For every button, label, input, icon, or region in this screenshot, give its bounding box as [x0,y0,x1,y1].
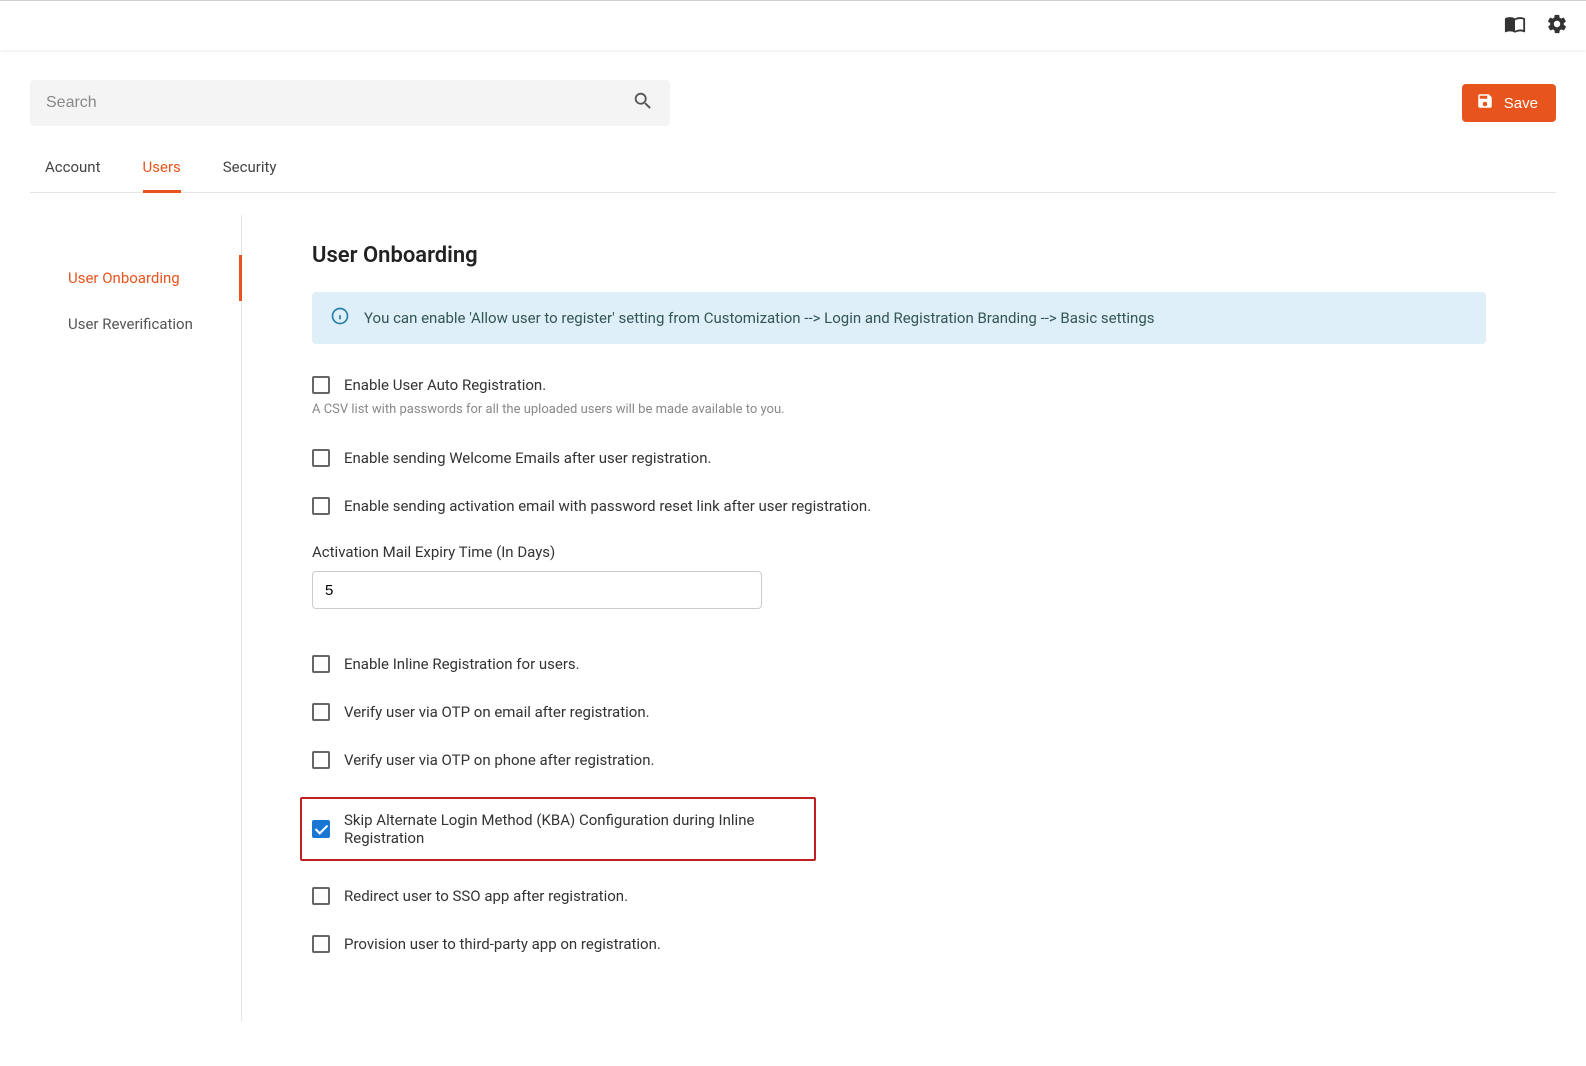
checkbox-otp-email[interactable] [312,703,330,721]
check-welcome-emails: Enable sending Welcome Emails after user… [312,447,1486,469]
main-panel: User Onboarding You can enable 'Allow us… [242,215,1556,1021]
gear-icon[interactable] [1546,13,1568,39]
checkbox-label: Enable sending activation email with pas… [344,497,871,515]
check-otp-email: Verify user via OTP on email after regis… [312,701,1486,723]
checkbox-label: Provision user to third-party app on reg… [344,935,661,953]
check-otp-phone: Verify user via OTP on phone after regis… [312,749,1486,771]
tab-account[interactable]: Account [45,148,101,192]
checkbox-skip-kba[interactable] [312,820,330,838]
checkbox-inline-registration[interactable] [312,655,330,673]
content-wrap: Save Account Users Security User Onboard… [0,50,1586,1021]
sidebar-item-user-onboarding[interactable]: User Onboarding [30,255,242,301]
checkbox-auto-registration[interactable] [312,376,330,394]
auto-registration-hint: A CSV list with passwords for all the up… [312,402,1486,417]
checkbox-provision-thirdparty[interactable] [312,935,330,953]
check-redirect-sso: Redirect user to SSO app after registrat… [312,885,1486,907]
checkbox-redirect-sso[interactable] [312,887,330,905]
sidebar-item-user-reverification[interactable]: User Reverification [30,301,241,347]
checkbox-activation-email[interactable] [312,497,330,515]
checkbox-label: Skip Alternate Login Method (KBA) Config… [344,811,804,847]
checkbox-label: Enable sending Welcome Emails after user… [344,449,711,467]
checkbox-otp-phone[interactable] [312,751,330,769]
checkbox-label: Redirect user to SSO app after registrat… [344,887,628,905]
expiry-input[interactable] [312,571,762,609]
checkbox-welcome-emails[interactable] [312,449,330,467]
book-icon[interactable] [1504,13,1526,39]
info-text: You can enable 'Allow user to register' … [364,309,1155,327]
tabs: Account Users Security [30,148,1556,193]
check-activation-email: Enable sending activation email with pas… [312,495,1486,517]
side-nav: User Onboarding User Reverification [30,215,242,1021]
search-input[interactable] [46,94,632,112]
checkbox-label: Verify user via OTP on phone after regis… [344,751,654,769]
check-provision-thirdparty: Provision user to third-party app on reg… [312,933,1486,955]
body-row: User Onboarding User Reverification User… [30,215,1556,1021]
checkbox-label: Enable User Auto Registration. [344,376,546,394]
check-inline-registration: Enable Inline Registration for users. [312,653,1486,675]
save-button-label: Save [1504,95,1538,112]
save-icon [1476,92,1494,114]
checkbox-label: Enable Inline Registration for users. [344,655,580,673]
check-auto-registration: Enable User Auto Registration. [312,374,1486,396]
save-button[interactable]: Save [1462,84,1556,122]
tab-security[interactable]: Security [223,148,277,192]
expiry-label: Activation Mail Expiry Time (In Days) [312,543,1486,561]
info-banner: You can enable 'Allow user to register' … [312,292,1486,344]
tab-users[interactable]: Users [143,148,181,193]
checkbox-label: Verify user via OTP on email after regis… [344,703,650,721]
top-bar [0,0,1586,50]
page-title: User Onboarding [312,243,1486,268]
search-icon[interactable] [632,90,654,116]
toolbar-row: Save [30,80,1556,126]
search-box [30,80,670,126]
check-skip-kba: Skip Alternate Login Method (KBA) Config… [300,797,816,861]
info-icon [330,306,350,330]
